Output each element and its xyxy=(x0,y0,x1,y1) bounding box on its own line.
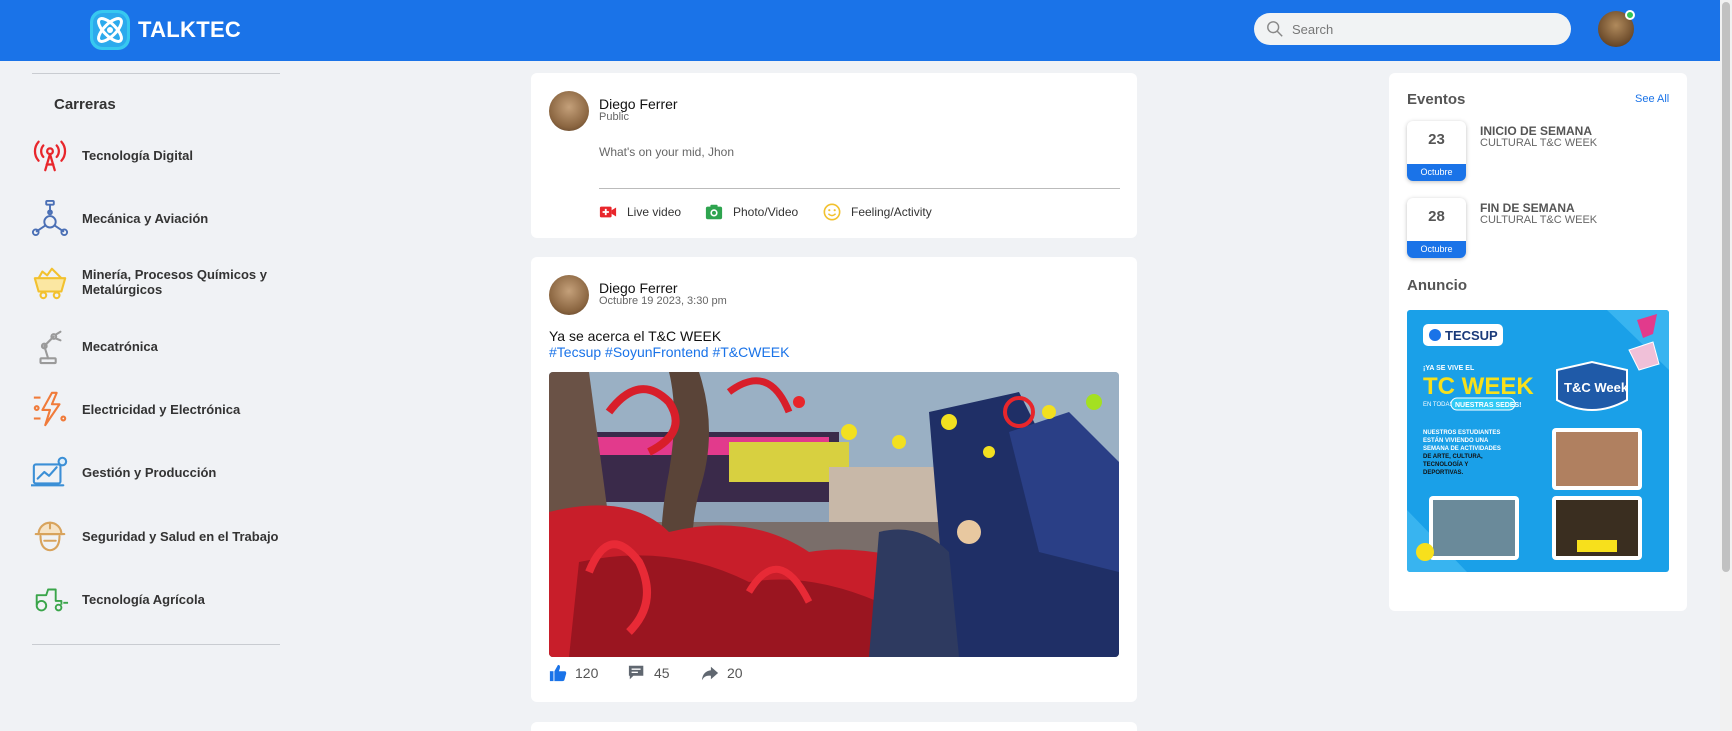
search-bar[interactable] xyxy=(1254,13,1571,45)
events-title: Eventos xyxy=(1407,91,1466,108)
photo-icon xyxy=(705,204,723,220)
live-video-button[interactable]: Live video xyxy=(599,203,681,221)
event-subtitle: CULTURAL T&C WEEK xyxy=(1480,214,1598,226)
talktec-logo-icon xyxy=(90,10,130,50)
sidebar-item-tecnologia-digital[interactable]: Tecnología Digital xyxy=(30,135,290,175)
mining-cart-icon xyxy=(30,262,70,302)
sidebar-item-label: Mecatrónica xyxy=(82,338,158,354)
sidebar-item-label: Mecánica y Aviación xyxy=(82,210,209,226)
event-day: 28 xyxy=(1428,208,1445,225)
ad-body-line: TECNOLOGÍA Y xyxy=(1423,460,1468,468)
hashtag-link[interactable]: #T&CWEEK xyxy=(712,344,789,360)
tractor-icon xyxy=(30,579,70,619)
post-card: Diego Ferrer Octubre 19 2023, 3:30 pm Ya… xyxy=(531,257,1137,702)
mechanical-icon xyxy=(30,198,70,238)
event-name[interactable]: FIN DE SEMANA xyxy=(1480,201,1575,215)
search-input[interactable] xyxy=(1292,21,1552,37)
sidebar-item-label: Minería, Procesos Químicos y Metalúrgico… xyxy=(82,267,267,297)
sidebar-divider xyxy=(32,644,280,645)
ad-brand: TECSUP xyxy=(1445,328,1498,343)
sidebar-item-gestion[interactable]: Gestión y Producción xyxy=(30,452,290,492)
composer-visibility[interactable]: Public xyxy=(599,111,629,123)
sidebar-title: Carreras xyxy=(54,96,116,113)
ad-body-line: NUESTROS ESTUDIANTES xyxy=(1423,430,1500,436)
right-sidebar: Eventos See All 23 Octubre INICIO DE SEM… xyxy=(1389,73,1687,611)
robot-arm-icon xyxy=(30,326,70,366)
sidebar-item-mecanica-aviacion[interactable]: Mecánica y Aviación xyxy=(30,198,290,238)
photo-video-label: Photo/Video xyxy=(733,205,799,219)
ad-body-line: ESTÁN VIVIENDO UNA xyxy=(1423,437,1489,444)
ad-tag-prefix: EN TODAS xyxy=(1423,402,1453,408)
live-video-icon xyxy=(599,206,617,218)
ad-title: Anuncio xyxy=(1407,277,1467,294)
see-all-link[interactable]: See All xyxy=(1635,93,1669,105)
sidebar-item-label: Gestión y Producción xyxy=(82,464,217,480)
sidebar-item-label: Electricidad y Electrónica xyxy=(82,401,241,417)
radio-tower-icon xyxy=(30,135,70,175)
event-name[interactable]: INICIO DE SEMANA xyxy=(1480,124,1592,138)
post-author-avatar[interactable] xyxy=(549,275,589,315)
composer-divider xyxy=(599,188,1120,189)
sidebar-item-mineria[interactable]: Minería, Procesos Químicos y Metalúrgico… xyxy=(30,262,290,302)
brand[interactable]: TALKTEC xyxy=(86,5,241,55)
share-count: 20 xyxy=(727,665,743,681)
share-button[interactable]: 20 xyxy=(701,664,743,682)
post-composer: Diego Ferrer Public Live video Photo/Vid… xyxy=(531,73,1137,238)
sidebar-item-mecatronica[interactable]: Mecatrónica xyxy=(30,326,290,366)
composer-input[interactable] xyxy=(599,145,1119,159)
comment-icon xyxy=(628,665,644,680)
post-text: Ya se acerca el T&C WEEK xyxy=(549,328,722,344)
search-icon xyxy=(1267,21,1283,37)
hashtag-link[interactable]: #SoyunFrontend xyxy=(605,344,709,360)
ad-headline: TC WEEK xyxy=(1423,373,1534,400)
composer-avatar[interactable] xyxy=(549,91,589,131)
event-date-card[interactable]: 23 Octubre xyxy=(1407,121,1466,181)
share-icon xyxy=(701,666,719,681)
growth-chart-icon xyxy=(30,452,70,492)
comment-count: 45 xyxy=(654,665,670,681)
scrollbar-thumb[interactable] xyxy=(1722,2,1730,572)
thumbs-up-icon xyxy=(549,664,567,682)
electricity-icon xyxy=(30,389,70,429)
online-status-dot xyxy=(1625,10,1635,20)
like-count: 120 xyxy=(575,665,599,681)
live-video-label: Live video xyxy=(627,205,682,219)
sidebar-item-label: Tecnología Digital xyxy=(82,147,193,163)
hashtag-link[interactable]: #Tecsup xyxy=(549,344,601,360)
ad-kicker: ¡YA SE VIVE EL xyxy=(1423,365,1475,372)
event-month: Octubre xyxy=(1407,241,1466,258)
ad-body-line: DEPORTIVAS. xyxy=(1423,470,1464,476)
ad-body-line: DE ARTE, CULTURA, xyxy=(1423,454,1483,460)
composer-user-name[interactable]: Diego Ferrer xyxy=(599,96,678,112)
event-date-card[interactable]: 28 Octubre xyxy=(1407,198,1466,258)
sidebar-divider xyxy=(32,73,280,74)
event-month: Octubre xyxy=(1407,164,1466,181)
ad-body-line: SEMANA DE ACTIVIDADES xyxy=(1423,446,1501,452)
top-navigation-bar: TALKTEC xyxy=(0,0,1720,61)
page-scrollbar[interactable] xyxy=(1720,0,1732,731)
post-photo[interactable] xyxy=(549,372,1119,657)
photo-video-button[interactable]: Photo/Video xyxy=(705,203,798,221)
ad-banner[interactable]: TECSUP ¡YA SE VIVE EL TC WEEK EN TODAS N… xyxy=(1407,310,1669,572)
sidebar-item-seguridad[interactable]: Seguridad y Salud en el Trabajo xyxy=(30,516,290,556)
post-hashtags: #Tecsup #SoyunFrontend #T&CWEEK xyxy=(549,344,789,360)
event-day: 23 xyxy=(1428,131,1445,148)
event-subtitle: CULTURAL T&C WEEK xyxy=(1480,137,1598,149)
comment-button[interactable]: 45 xyxy=(628,664,670,682)
next-post-card xyxy=(531,722,1137,731)
post-author-name[interactable]: Diego Ferrer xyxy=(599,280,678,296)
feeling-activity-button[interactable]: Feeling/Activity xyxy=(823,203,932,221)
feeling-activity-label: Feeling/Activity xyxy=(851,205,932,219)
like-button[interactable]: 120 xyxy=(549,664,598,682)
sidebar-item-electricidad[interactable]: Electricidad y Electrónica xyxy=(30,389,290,429)
smiley-icon xyxy=(823,203,841,221)
ad-badge: T&C Week xyxy=(1564,380,1629,395)
ad-tag: NUESTRAS SEDES! xyxy=(1455,402,1522,409)
sidebar-item-agricola[interactable]: Tecnología Agrícola xyxy=(30,579,290,619)
safety-helmet-icon xyxy=(30,516,70,556)
sidebar-item-label: Tecnología Agrícola xyxy=(82,591,205,607)
app-name: TALKTEC xyxy=(138,17,242,42)
sidebar-item-label: Seguridad y Salud en el Trabajo xyxy=(82,528,279,544)
post-timestamp[interactable]: Octubre 19 2023, 3:30 pm xyxy=(599,295,727,307)
